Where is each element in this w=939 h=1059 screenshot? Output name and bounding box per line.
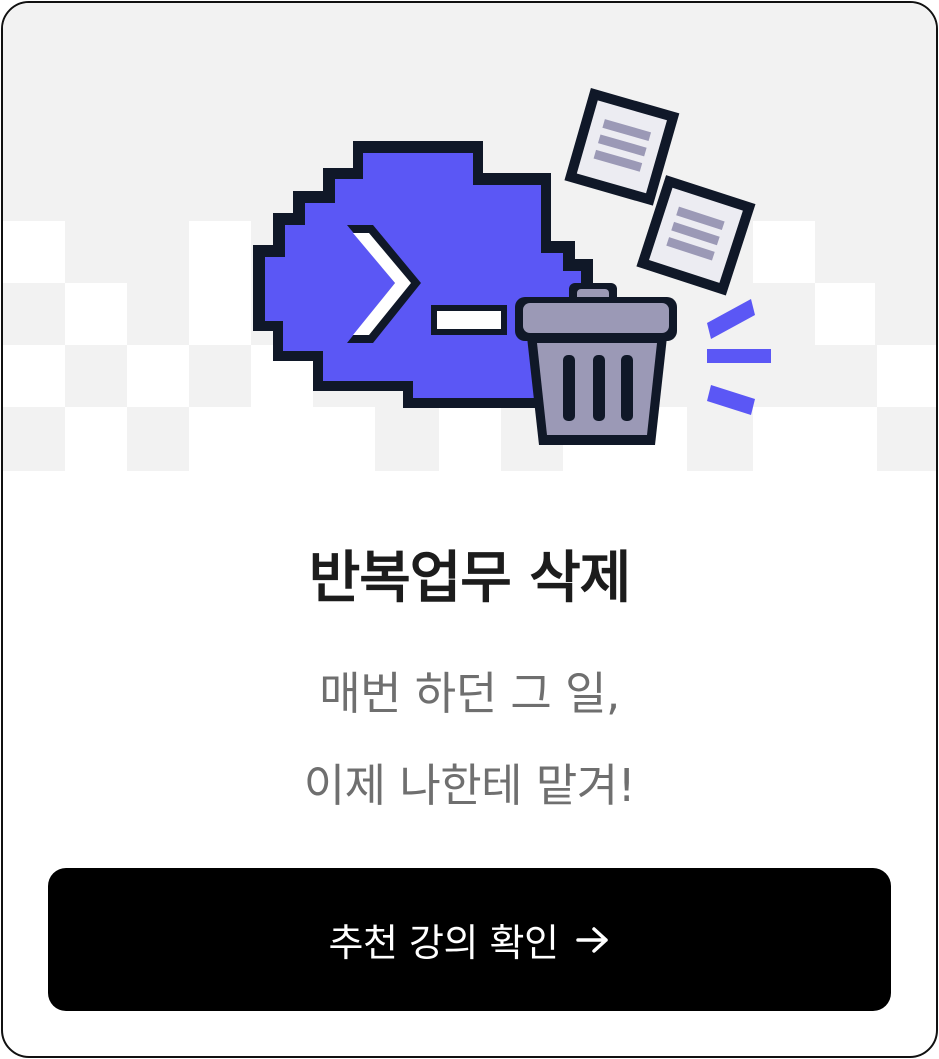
card-subtitle-line1: 매번 하던 그 일,	[319, 667, 620, 720]
recommended-course-button[interactable]: 추천 강의 확인	[48, 868, 891, 1011]
motion-lines-icon	[707, 299, 771, 415]
hero-illustration	[3, 3, 936, 471]
feature-card: 반복업무 삭제 매번 하던 그 일, 이제 나한테 맡겨! 추천 강의 확인	[1, 1, 938, 1058]
trash-can-icon	[515, 283, 677, 445]
arrow-right-icon	[576, 926, 610, 954]
card-title: 반복업무 삭제	[308, 546, 632, 611]
card-subtitle-line2: 이제 나한테 맡겨!	[303, 759, 636, 812]
cta-label: 추천 강의 확인	[328, 921, 559, 965]
